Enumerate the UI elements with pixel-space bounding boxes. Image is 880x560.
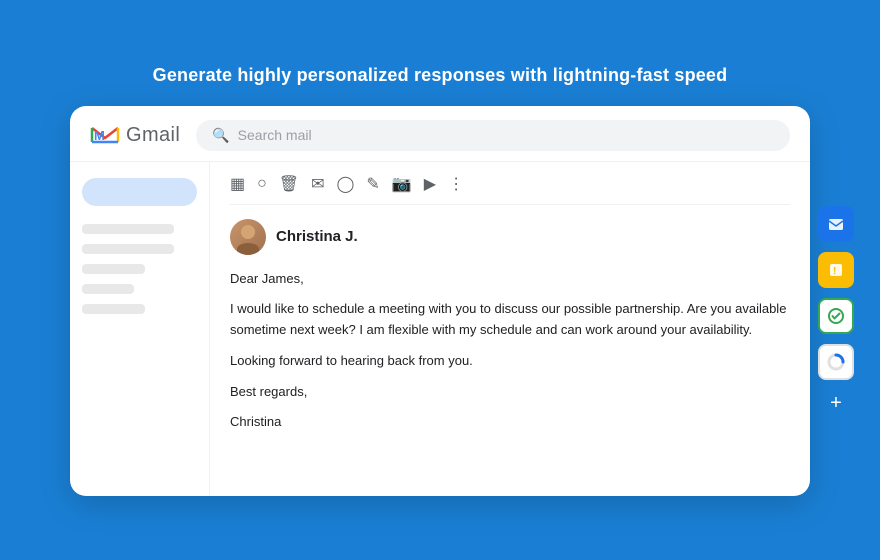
toolbar-delete-icon[interactable]: 🗑 bbox=[279, 174, 299, 194]
gmail-text-label: Gmail bbox=[126, 124, 180, 147]
email-paragraph-2: Looking forward to hearing back from you… bbox=[230, 351, 790, 372]
email-signature: Christina bbox=[230, 412, 790, 433]
sidebar-item-3 bbox=[82, 264, 145, 274]
spinner-icon bbox=[826, 352, 846, 372]
sidebar-item-4 bbox=[82, 284, 134, 294]
avatar bbox=[230, 219, 266, 255]
email-greeting: Dear James, bbox=[230, 269, 790, 290]
email-toolbar: ▦ ○ 🗑 ✉ ◯ ✎ 📷 ▶ ⋮ bbox=[230, 162, 790, 205]
toolbar-clock-icon[interactable]: ◯ bbox=[337, 174, 355, 194]
gmail-topbar: M Gmail 🔍 Search mail bbox=[70, 106, 810, 162]
right-icon-panel: ! + bbox=[818, 206, 854, 418]
email-header: Christina J. bbox=[230, 219, 790, 255]
email-paragraph-1: I would like to schedule a meeting with … bbox=[230, 299, 790, 341]
notification-icon: ! bbox=[827, 261, 845, 279]
headline: Generate highly personalized responses w… bbox=[153, 65, 728, 86]
task-checkmark-icon bbox=[827, 307, 845, 325]
spinner-button[interactable] bbox=[818, 344, 854, 380]
sidebar bbox=[70, 162, 210, 496]
gmail-body: ▦ ○ 🗑 ✉ ◯ ✎ 📷 ▶ ⋮ Christina J. bbox=[70, 162, 810, 496]
toolbar-attach-icon[interactable]: 📷 bbox=[392, 174, 412, 194]
sidebar-compose-button[interactable] bbox=[82, 178, 197, 206]
email-body: Dear James, I would like to schedule a m… bbox=[230, 269, 790, 434]
gmail-m-icon: M bbox=[90, 124, 120, 146]
toolbar-edit-icon[interactable]: ✎ bbox=[366, 174, 379, 194]
gmail-shortcut-icon bbox=[827, 215, 845, 233]
email-content-area: ▦ ○ 🗑 ✉ ◯ ✎ 📷 ▶ ⋮ Christina J. bbox=[210, 162, 810, 496]
sender-name: Christina J. bbox=[276, 228, 358, 245]
svg-text:!: ! bbox=[833, 266, 836, 277]
gmail-window: M Gmail 🔍 Search mail bbox=[70, 106, 810, 496]
toolbar-report-icon[interactable]: ○ bbox=[257, 175, 267, 193]
sidebar-item-1 bbox=[82, 224, 174, 234]
task-button[interactable] bbox=[818, 298, 854, 334]
email-closing: Best regards, bbox=[230, 382, 790, 403]
sidebar-item-2 bbox=[82, 244, 174, 254]
search-bar[interactable]: 🔍 Search mail bbox=[196, 120, 790, 151]
toolbar-archive-icon[interactable]: ▦ bbox=[230, 174, 245, 194]
add-button[interactable]: + bbox=[822, 390, 850, 418]
toolbar-label-icon[interactable]: ▶ bbox=[424, 174, 436, 194]
toolbar-more-icon[interactable]: ⋮ bbox=[448, 174, 464, 194]
gmail-shortcut-button[interactable] bbox=[818, 206, 854, 242]
search-placeholder: Search mail bbox=[238, 127, 312, 143]
notification-button[interactable]: ! bbox=[818, 252, 854, 288]
toolbar-mail-icon[interactable]: ✉ bbox=[311, 174, 324, 194]
sidebar-item-5 bbox=[82, 304, 145, 314]
svg-text:M: M bbox=[94, 128, 105, 143]
search-icon: 🔍 bbox=[212, 127, 229, 144]
sender-avatar-img bbox=[230, 219, 266, 255]
gmail-logo: M Gmail bbox=[90, 124, 180, 147]
